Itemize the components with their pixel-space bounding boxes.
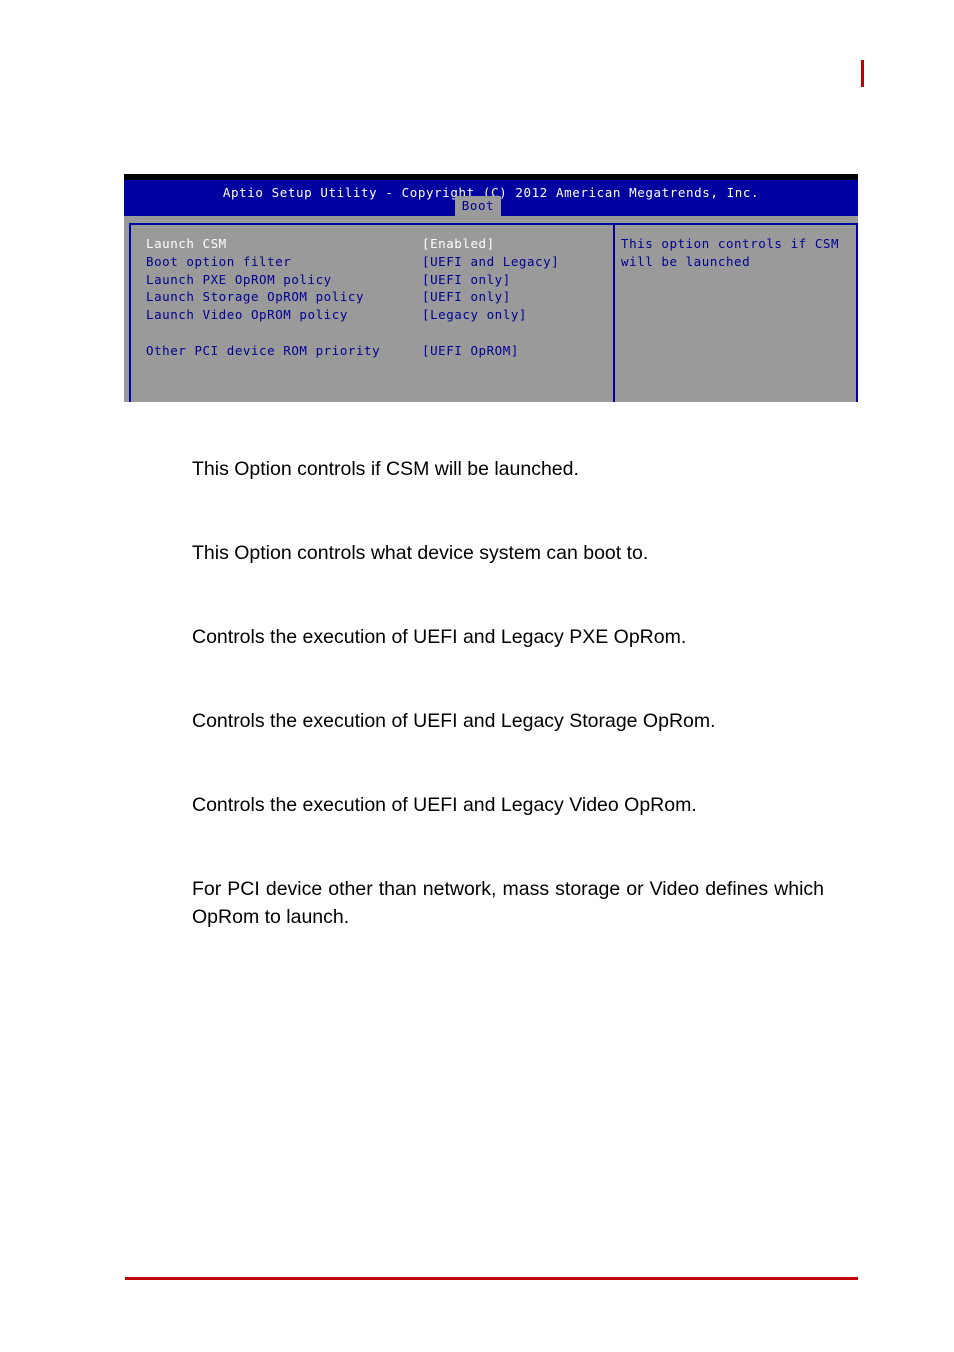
setting-row-launch-pxe-oprom-policy[interactable]: Launch PXE OpROM policy [UEFI only] (146, 272, 606, 290)
setting-label: Boot option filter (146, 253, 292, 269)
setting-label: Other PCI device ROM priority (146, 342, 381, 358)
description-paragraph: Controls the execution of UEFI and Legac… (192, 626, 687, 648)
setting-label: Launch Video OpROM policy (146, 307, 348, 323)
description-paragraph: Controls the execution of UEFI and Legac… (192, 794, 697, 816)
setting-value[interactable]: [Enabled] (422, 236, 495, 251)
setting-row-launch-video-oprom-policy[interactable]: Launch Video OpROM policy [Legacy only] (146, 307, 606, 325)
footer-rule (125, 1277, 858, 1280)
bios-help-panel: This option controls if CSM will be laun… (621, 236, 847, 272)
bios-frame-border-right (856, 223, 858, 402)
help-text-line: This option controls if CSM (621, 236, 840, 251)
setting-value[interactable]: [UEFI and Legacy] (422, 254, 559, 269)
setting-value[interactable]: [UEFI only] (422, 272, 511, 287)
setting-label: Launch PXE OpROM policy (146, 271, 332, 287)
page-header-mark (861, 60, 864, 87)
setting-label: Launch CSM (146, 236, 227, 251)
description-paragraph: This Option controls what device system … (192, 542, 649, 564)
setting-label: Launch Storage OpROM policy (146, 289, 365, 305)
bios-settings-list: Launch CSM [Enabled] Boot option filter … (146, 236, 606, 361)
help-text-line: will be launched (621, 253, 751, 269)
setting-row-spacer (146, 325, 606, 343)
setting-row-other-pci-device-rom-priority[interactable]: Other PCI device ROM priority [UEFI OpRO… (146, 343, 606, 361)
setting-value[interactable]: [UEFI only] (422, 289, 511, 304)
description-paragraph: For PCI device other than network, mass … (192, 878, 824, 928)
description-paragraph: This Option controls if CSM will be laun… (192, 458, 579, 480)
tab-boot[interactable]: Boot (455, 196, 501, 216)
description-paragraph: Controls the execution of UEFI and Legac… (192, 710, 716, 732)
setting-value[interactable]: [UEFI OpROM] (422, 343, 519, 358)
setting-row-launch-storage-oprom-policy[interactable]: Launch Storage OpROM policy [UEFI only] (146, 289, 606, 307)
setting-value[interactable]: [Legacy only] (422, 307, 527, 322)
bios-panel-divider (613, 223, 615, 402)
setting-row-launch-csm[interactable]: Launch CSM [Enabled] (146, 236, 606, 254)
bios-setup-screenshot: Aptio Setup Utility - Copyright (C) 2012… (124, 174, 858, 402)
description-list: This Option controls if CSM will be laun… (192, 455, 824, 931)
setting-row-boot-option-filter[interactable]: Boot option filter [UEFI and Legacy] (146, 254, 606, 272)
